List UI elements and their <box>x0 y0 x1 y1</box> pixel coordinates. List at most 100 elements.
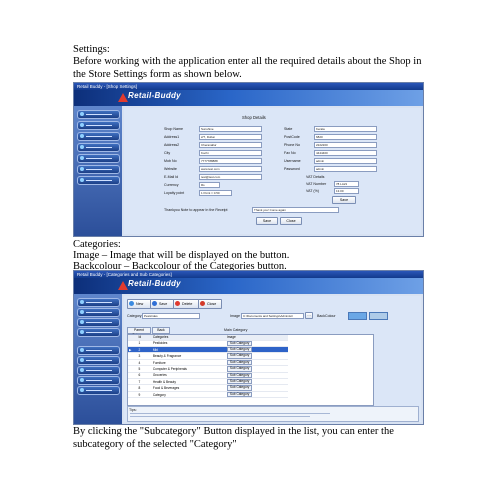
window-titlebar: Retail Buddy - [Shop Settings] <box>74 83 423 90</box>
sidebar <box>74 294 122 424</box>
table-row[interactable]: 9 Category Sub Category <box>128 391 288 399</box>
field-label: City <box>164 151 171 155</box>
shop-settings-screenshot: Retail Buddy - [Shop Settings] Retail-Bu… <box>73 82 424 237</box>
sidebar <box>74 106 122 236</box>
parent-category-button[interactable]: Parent Category <box>127 327 151 337</box>
nav-button[interactable] <box>77 176 120 185</box>
nav-button[interactable] <box>77 318 120 327</box>
delete-icon <box>175 301 180 306</box>
subcategory-button[interactable]: Sub Category <box>226 372 253 379</box>
address1-input[interactable]: 2/7, Dubai <box>199 134 262 140</box>
receipt-note-label: Thankyou Note to appear in the Receipt <box>164 208 228 212</box>
brand-name: Retail-Buddy <box>128 279 181 288</box>
backcolour-label: BackColour <box>317 314 336 318</box>
nav-button[interactable] <box>77 132 120 141</box>
phone-input[interactable]: 2222200 <box>314 142 377 148</box>
field-label: Address2 <box>164 143 180 147</box>
mobile-input[interactable]: 7777788888 <box>199 158 262 164</box>
field-label: Shop Name <box>164 127 183 131</box>
nav-button[interactable] <box>77 143 120 152</box>
image-path-input[interactable]: C:\Documents and Settings\Administr <box>241 313 304 319</box>
nav-button[interactable] <box>77 386 120 395</box>
postcode-input[interactable]: 6820 <box>314 134 377 140</box>
subcategory-button[interactable]: Sub Category <box>226 347 253 353</box>
field-label: Website <box>164 167 177 171</box>
address2-input[interactable]: Cheranallur <box>199 142 262 148</box>
nav-button[interactable] <box>77 110 120 119</box>
categories-screenshot: Retail Buddy - [Categories and Sub Categ… <box>73 270 424 425</box>
nav-button[interactable] <box>77 366 120 375</box>
field-label: Password <box>284 167 300 171</box>
subcategory-button[interactable]: Sub Category <box>226 359 253 366</box>
nav-button[interactable] <box>77 154 120 163</box>
logo-icon <box>118 93 128 102</box>
receipt-note-input[interactable]: Thank you! Come again <box>252 207 339 213</box>
nav-button[interactable] <box>77 376 120 385</box>
browse-button[interactable]: … <box>305 312 313 319</box>
backcolour-swatch[interactable] <box>348 312 367 320</box>
nav-button[interactable] <box>77 346 120 355</box>
nav-button[interactable] <box>77 356 120 365</box>
loyalty-input[interactable]: 1 Point = 0.50 <box>199 190 232 196</box>
shop-details-panel: Shop Details Shop Name Address1 Address2… <box>124 108 421 234</box>
subcategory-button[interactable]: Sub Category <box>226 391 253 398</box>
vat-save-button[interactable]: Save <box>332 196 356 204</box>
field-label: Fax No <box>284 151 296 155</box>
field-label: E-Mail Id <box>164 175 179 179</box>
new-button[interactable]: New <box>127 299 151 309</box>
close-button[interactable]: Close <box>198 299 222 309</box>
nav-button[interactable] <box>77 308 120 317</box>
category-input[interactable]: Pesticides <box>142 313 200 319</box>
field-label: Phone No <box>284 143 300 147</box>
save-button[interactable]: Save <box>150 299 174 309</box>
back-button[interactable]: Back <box>152 327 170 334</box>
fax-input[interactable]: 4444400 <box>314 150 377 156</box>
logo-icon <box>118 281 128 290</box>
tips-title: Tips: <box>129 408 137 412</box>
currency-input[interactable]: Rs <box>199 182 220 188</box>
field-label: Loyalty point <box>164 191 185 195</box>
close-button[interactable]: Close <box>280 217 302 225</box>
new-icon <box>129 301 134 306</box>
field-label: State <box>284 127 293 131</box>
field-label: VAT Number <box>306 182 327 186</box>
city-input[interactable]: Kochi <box>199 150 262 156</box>
image-label: Image <box>230 314 240 318</box>
subcategory-button[interactable]: Sub Category <box>226 385 253 391</box>
save-icon <box>152 301 157 306</box>
subcategory-button[interactable]: Sub Category <box>226 366 253 372</box>
category-table: Id Categories Image 1 Pesticides Sub Categ… <box>128 335 288 399</box>
category-label: Category <box>127 314 142 318</box>
app-banner: Retail-Buddy <box>74 278 423 294</box>
shop-name-input[interactable]: Sunshine <box>199 126 262 132</box>
field-label: Mob No <box>164 159 177 163</box>
email-input[interactable]: test@test.com <box>199 174 262 180</box>
subcategory-note: By clicking the "Subcategory" Button dis… <box>73 426 394 450</box>
settings-paragraph: Before working with the application ente… <box>73 56 422 80</box>
field-label: Username <box>284 159 301 163</box>
nav-button[interactable] <box>77 328 120 337</box>
username-input[interactable]: admin <box>314 158 377 164</box>
vat-number-input[interactable]: 78 LA21 <box>334 181 359 187</box>
categories-panel: New Save Delete Close Category Pesticide… <box>124 296 421 422</box>
nav-button[interactable] <box>77 165 120 174</box>
section-title: Shop Details <box>242 115 266 120</box>
subcategory-button[interactable]: Sub Category <box>226 340 253 346</box>
brand-name: Retail-Buddy <box>128 91 181 100</box>
subcategory-button[interactable]: Sub Category <box>226 353 253 359</box>
backcolour-preview <box>369 312 388 320</box>
state-input[interactable]: Kerala <box>314 126 377 132</box>
tips-box: Tips: <box>127 406 419 422</box>
vat-percent-input[interactable]: 13.00 <box>334 188 359 194</box>
field-label: PostCode <box>284 135 300 139</box>
vat-title: VAT Details <box>306 175 325 179</box>
subcategory-button[interactable]: Sub Category <box>226 379 253 385</box>
app-banner: Retail-Buddy <box>74 90 423 106</box>
password-input[interactable]: admin <box>314 166 377 172</box>
save-button[interactable]: Save <box>256 217 278 225</box>
website-input[interactable]: www.test.com <box>199 166 262 172</box>
nav-button[interactable] <box>77 298 120 307</box>
close-icon <box>200 301 205 306</box>
delete-button[interactable]: Delete <box>173 299 199 309</box>
nav-button[interactable] <box>77 121 120 130</box>
